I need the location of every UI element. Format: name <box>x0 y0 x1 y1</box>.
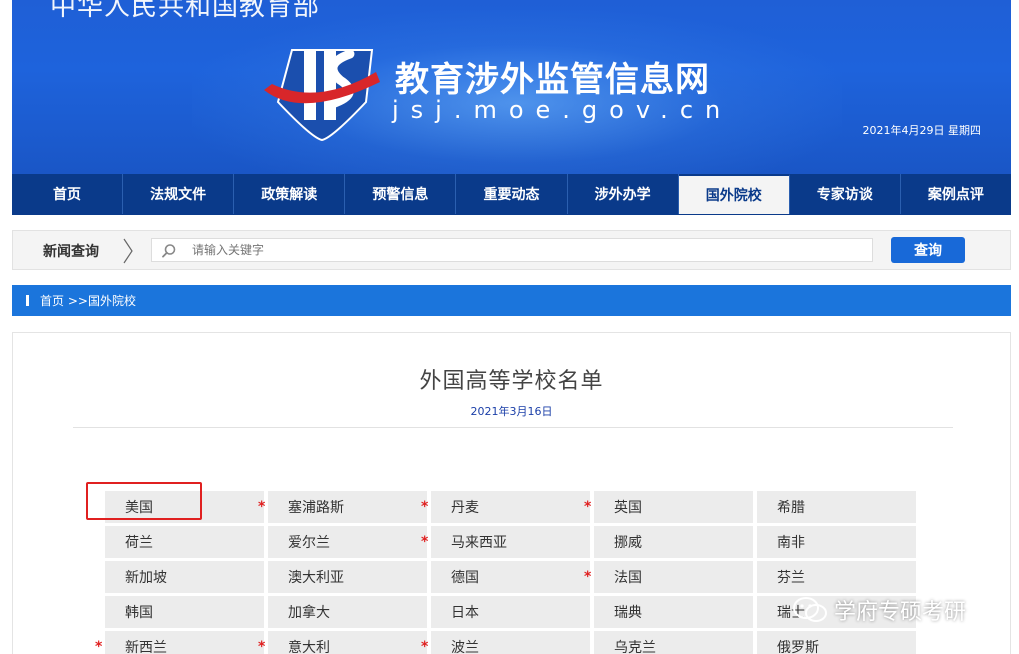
header-banner: 中华人民共和国教育部 教育涉外监管信息网 jsj.moe.gov.cn 2021… <box>12 0 1011 174</box>
wechat-icon <box>793 597 827 622</box>
country-cell[interactable]: 爱尔兰 <box>268 526 427 558</box>
country-name: 新西兰 <box>125 640 167 654</box>
breadcrumb-current[interactable]: >>国外院校 <box>68 294 136 308</box>
country-name: 波兰 <box>451 640 479 654</box>
country-cell[interactable]: 德国 <box>431 561 590 593</box>
current-date: 2021年4月29日 星期四 <box>862 124 982 137</box>
country-name: 芬兰 <box>777 570 805 586</box>
country-cell[interactable]: 韩国 <box>105 596 264 628</box>
star-marker-icon: * <box>421 639 429 654</box>
country-cell[interactable]: 瑞典 <box>594 596 753 628</box>
country-name: 俄罗斯 <box>777 640 819 654</box>
main-nav: 首页 法规文件 政策解读 预警信息 重要动态 涉外办学 国外院校 专家访谈 案例… <box>12 174 1011 215</box>
search-icon <box>162 244 176 258</box>
site-logo-icon <box>264 49 380 142</box>
search-bar: 新闻查询 查询 <box>12 230 1011 270</box>
country-name: 爱尔兰 <box>288 535 330 551</box>
nav-item-warnings[interactable]: 预警信息 <box>345 174 457 214</box>
search-button[interactable]: 查询 <box>891 237 965 263</box>
country-name: 日本 <box>451 605 479 621</box>
country-name: 澳大利亚 <box>288 570 344 586</box>
country-name: 法国 <box>614 570 642 586</box>
watermark: 学府专硕考研 <box>792 594 966 626</box>
nav-item-interviews[interactable]: 专家访谈 <box>790 174 901 214</box>
search-box <box>151 238 873 262</box>
country-cell[interactable]: 乌克兰 <box>594 631 753 654</box>
search-input[interactable] <box>192 240 862 260</box>
star-marker-icon: * <box>584 569 592 585</box>
country-name: 希腊 <box>777 500 805 516</box>
breadcrumb-home[interactable]: 首页 <box>40 294 64 308</box>
country-cell[interactable]: * 马来西亚 <box>421 526 590 558</box>
country-name: 瑞典 <box>614 605 642 621</box>
country-cell[interactable]: * 意大利 <box>258 631 427 654</box>
country-cell[interactable]: 芬兰 <box>757 561 916 593</box>
nav-item-regulations[interactable]: 法规文件 <box>123 174 235 214</box>
star-marker-icon: * <box>95 639 103 654</box>
country-cell[interactable]: 荷兰 <box>105 526 264 558</box>
country-name: 荷兰 <box>125 535 153 551</box>
country-name: 塞浦路斯 <box>288 500 344 516</box>
nav-item-news[interactable]: 重要动态 <box>456 174 568 214</box>
country-name: 加拿大 <box>288 605 330 621</box>
chevron-right-icon <box>123 238 133 264</box>
watermark-text: 学府专硕考研 <box>834 600 967 625</box>
country-name: 乌克兰 <box>614 640 656 654</box>
site-title: 教育涉外监管信息网 <box>395 60 710 100</box>
highlight-annotation <box>86 482 202 520</box>
country-cell[interactable]: 南非 <box>757 526 916 558</box>
nav-item-joint-schools[interactable]: 涉外办学 <box>568 174 679 214</box>
breadcrumb: 首页 >>国外院校 <box>12 285 1011 316</box>
country-grid: 美国 * 塞浦路斯 * 丹麦 * 英国 希腊 荷兰 爱尔兰 * 马来西亚 挪威 南非 新加坡 澳大利亚 德国 * 法… <box>95 491 920 654</box>
country-cell[interactable]: 加拿大 <box>268 596 427 628</box>
country-cell[interactable]: * 丹麦 <box>421 491 590 523</box>
country-name: 南非 <box>777 535 805 551</box>
country-name: 丹麦 <box>451 500 479 516</box>
country-cell[interactable]: * 英国 <box>584 491 753 523</box>
country-name: 德国 <box>451 570 479 586</box>
country-name: 英国 <box>614 500 642 516</box>
search-label: 新闻查询 <box>43 244 99 260</box>
site-url: jsj.moe.gov.cn <box>392 96 733 124</box>
country-name: 新加坡 <box>125 570 167 586</box>
breadcrumb-links: 首页 >>国外院校 <box>40 292 136 309</box>
country-cell[interactable]: 挪威 <box>594 526 753 558</box>
country-name: 马来西亚 <box>451 535 507 551</box>
star-marker-icon: * <box>258 499 266 515</box>
country-cell[interactable]: * 塞浦路斯 <box>258 491 427 523</box>
article-date: 2021年3月16日 <box>470 405 553 418</box>
country-cell[interactable]: 日本 <box>431 596 590 628</box>
nav-item-home[interactable]: 首页 <box>12 174 124 214</box>
ministry-name: 中华人民共和国教育部 <box>50 0 321 22</box>
divider <box>73 427 953 428</box>
nav-item-cases[interactable]: 案例点评 <box>901 174 1011 214</box>
country-name: 挪威 <box>614 535 642 551</box>
country-cell[interactable]: 新加坡 <box>105 561 264 593</box>
breadcrumb-marker <box>26 295 29 306</box>
nav-item-policy[interactable]: 政策解读 <box>234 174 346 214</box>
country-cell[interactable]: * 波兰 <box>421 631 590 654</box>
nav-item-foreign-schools[interactable]: 国外院校 <box>678 174 790 214</box>
country-name: 意大利 <box>288 640 330 654</box>
star-marker-icon: * <box>421 499 429 515</box>
page-title: 外国高等学校名单 <box>419 369 604 394</box>
country-cell[interactable]: 澳大利亚 <box>268 561 427 593</box>
star-marker-icon: * <box>421 534 429 550</box>
country-cell[interactable]: 希腊 <box>757 491 916 523</box>
country-cell[interactable]: * 法国 <box>584 561 753 593</box>
country-name: 韩国 <box>125 605 153 621</box>
star-marker-icon: * <box>584 499 592 515</box>
star-marker-icon: * <box>258 639 266 654</box>
country-cell[interactable]: * 新西兰 <box>95 631 264 654</box>
country-cell[interactable]: 俄罗斯 <box>757 631 916 654</box>
